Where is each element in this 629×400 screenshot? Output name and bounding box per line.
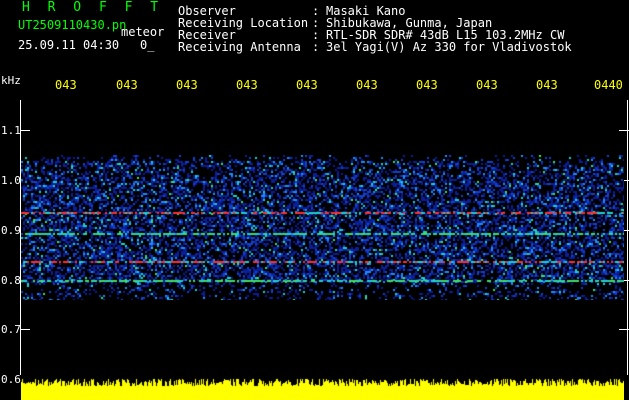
- time-label: 043: [116, 78, 138, 92]
- file-name: UT2509110430.pn: [18, 18, 127, 32]
- time-label: 043: [176, 78, 198, 92]
- time-label: 043: [296, 78, 318, 92]
- freq-tick-label: 0.8: [1, 274, 21, 287]
- time-label: 043: [356, 78, 378, 92]
- antenna-sep: :: [312, 40, 320, 54]
- freq-tick-label: 0.6: [1, 373, 21, 386]
- freq-unit-label: kHz: [1, 74, 21, 87]
- date-time: 25.09.11 04:30: [18, 38, 120, 52]
- freq-tick-label: 1.1: [1, 124, 21, 137]
- time-label: 043: [416, 78, 438, 92]
- count-value: 0_: [140, 38, 155, 52]
- spectrogram-canvas: [21, 155, 624, 300]
- freq-tick-label: 0.7: [1, 323, 21, 336]
- time-label: 0440: [594, 78, 623, 92]
- amplitude-strip: [21, 372, 624, 400]
- freq-tick-label: 1.0: [1, 174, 21, 187]
- antenna-label: Receiving Antenna: [178, 40, 301, 54]
- time-label: 043: [536, 78, 558, 92]
- time-label: 043: [55, 78, 77, 92]
- time-label: 043: [236, 78, 258, 92]
- time-label: 043: [476, 78, 498, 92]
- meteor-label: meteor: [121, 25, 165, 39]
- antenna-value: 3el Yagi(V) Az 330 for Vladivostok: [326, 40, 572, 54]
- app-title: H R O F F T: [22, 0, 164, 15]
- freq-tick-label: 0.9: [1, 224, 21, 237]
